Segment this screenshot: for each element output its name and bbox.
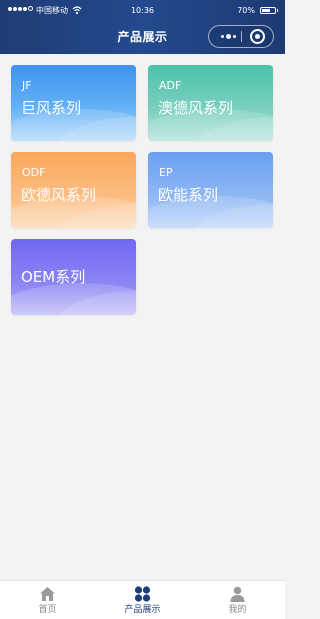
battery-percent: 70%	[237, 6, 255, 15]
product-card-odf[interactable]: ODF 欧德风系列	[11, 152, 136, 228]
tab-products[interactable]: 产品展示	[95, 581, 190, 619]
close-mini-program-button[interactable]	[250, 29, 265, 44]
mini-program-capsule	[208, 25, 274, 48]
user-icon	[230, 586, 245, 602]
tab-label: 我的	[228, 605, 247, 615]
header-bar: 中国移动 10:36 70% 产品展示	[0, 0, 285, 54]
product-code: ADF	[159, 79, 182, 92]
product-name: 欧能系列	[158, 186, 219, 204]
product-name: 巨风系列	[21, 99, 82, 117]
more-dot-icon	[220, 35, 224, 38]
product-card-adf[interactable]: ADF 澳德风系列	[148, 65, 273, 141]
status-bar: 中国移动 10:36 70%	[0, 0, 285, 22]
product-code: ODF	[22, 166, 46, 179]
tab-profile[interactable]: 我的	[190, 581, 285, 619]
home-icon	[40, 587, 55, 601]
battery-icon	[260, 7, 278, 14]
tab-label: 产品展示	[124, 605, 161, 615]
product-card-jf[interactable]: JF 巨风系列	[11, 65, 136, 141]
product-code: EP	[159, 166, 173, 179]
more-dot-icon	[232, 35, 236, 38]
product-card-oem[interactable]: OEM系列	[11, 239, 136, 315]
tab-home[interactable]: 首页	[0, 581, 95, 619]
product-name: OEM系列	[21, 268, 86, 286]
product-name: 澳德风系列	[158, 99, 234, 117]
grid-icon	[134, 586, 151, 602]
product-card-ep[interactable]: EP 欧能系列	[148, 152, 273, 228]
capsule-divider	[241, 31, 242, 42]
bottom-tab-bar: 首页 产品展示 我的	[0, 580, 285, 619]
more-dot-icon	[225, 34, 231, 39]
more-menu-button[interactable]	[217, 26, 239, 47]
product-name: 欧德风系列	[21, 186, 97, 204]
product-code: JF	[22, 79, 32, 92]
tab-label: 首页	[38, 605, 57, 615]
